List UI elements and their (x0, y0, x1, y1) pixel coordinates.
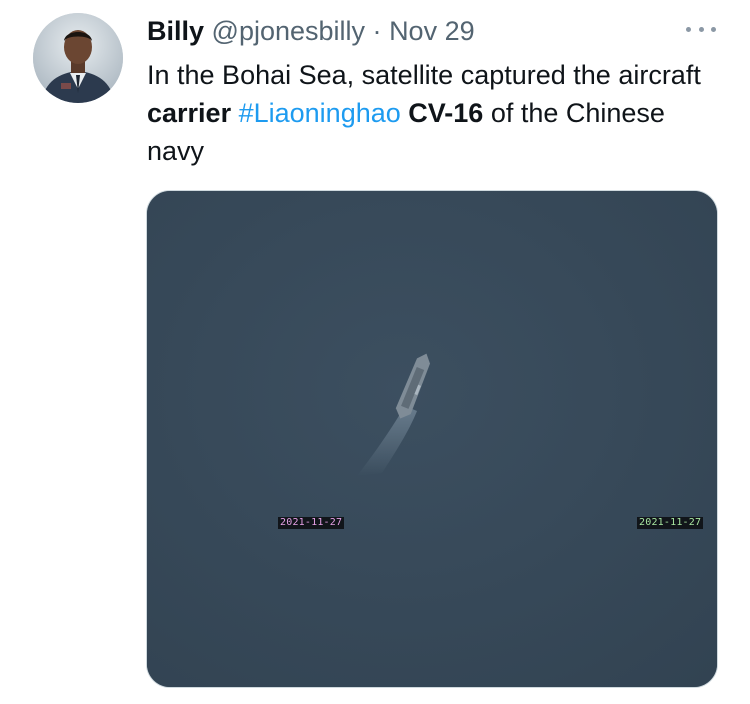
tweet-text-bold: CV-16 (408, 98, 484, 128)
tweet-media-image[interactable]: 2021-11-27 2021-11-27 (146, 190, 718, 688)
text-space (231, 98, 239, 128)
hashtag-link[interactable]: #Liaoninghao (239, 98, 401, 128)
tweet-header: Billy @pjonesbilly · Nov 29 (147, 14, 475, 48)
display-name[interactable]: Billy (147, 16, 204, 46)
handle[interactable]: @pjonesbilly (212, 16, 365, 46)
more-options-icon[interactable] (686, 17, 716, 41)
tweet-date[interactable]: Nov 29 (389, 16, 475, 46)
tweet-text-bold: carrier (147, 98, 232, 128)
satellite-image (147, 191, 717, 687)
tweet-text: In the Bohai Sea, satellite captured the… (147, 56, 727, 170)
timestamp-label: 2021-11-27 (278, 517, 345, 529)
separator: · (372, 16, 382, 46)
tweet-text-part: In the Bohai Sea, satellite captured the… (147, 60, 701, 90)
timestamp-label: 2021-11-27 (637, 517, 704, 529)
avatar[interactable] (33, 13, 123, 103)
